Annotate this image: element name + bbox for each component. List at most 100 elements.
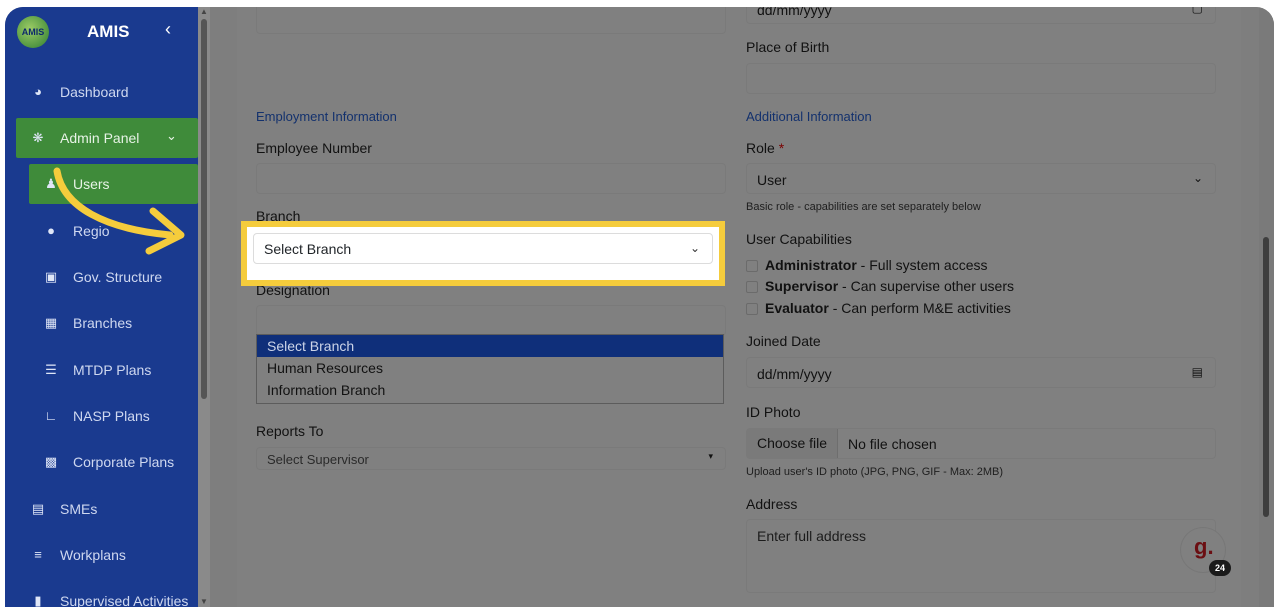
birth-date-input[interactable]: dd/mm/yyyy ▢ (746, 7, 1216, 24)
file-name: No file chosen (848, 436, 937, 452)
sidebar-item-branches[interactable]: ▦ Branches (5, 303, 198, 343)
employee-number-label: Employee Number (256, 140, 372, 156)
top-left-input[interactable] (256, 7, 726, 34)
branch-dropdown-list[interactable]: Select Branch Human Resources Informatio… (256, 334, 724, 404)
designation-input[interactable] (256, 305, 726, 336)
clipboard-icon: ▮ (34, 593, 42, 607)
role-label-text: Role (746, 140, 775, 156)
employee-number-input[interactable] (256, 163, 726, 194)
additional-heading: Additional Information (746, 109, 872, 124)
capability-desc: - Full system access (856, 257, 988, 273)
gear-icon: ❋ (32, 130, 44, 145)
brand: AMIS AMIS ‹ (5, 7, 198, 57)
sidebar-item-label: Gov. Structure (73, 269, 163, 285)
required-marker: * (778, 140, 785, 156)
capability-name: Supervisor (765, 278, 839, 294)
sidebar-item-corporate-plans[interactable]: ▩ Corporate Plans (5, 442, 198, 482)
sidebar-scrollbar[interactable]: ▲ ▼ (198, 7, 210, 607)
sidebar-item-gov-structure[interactable]: ▣ Gov. Structure (5, 257, 198, 297)
branch-select-highlight: Select Branch ⌄ (241, 221, 725, 286)
joined-date-label: Joined Date (746, 333, 821, 349)
sidebar-item-label: Workplans (60, 547, 126, 563)
employment-heading: Employment Information (256, 109, 397, 124)
capability-text: Administrator - Full system access (765, 257, 988, 273)
choose-file-button[interactable]: Choose file (747, 429, 838, 458)
branch-select[interactable]: Select Branch ⌄ (253, 233, 713, 264)
chart-line-icon: ∟ (44, 408, 58, 423)
help-logo-icon: g. (1194, 534, 1214, 559)
chevron-down-icon: ⌄ (689, 241, 700, 255)
network-icon: ☰ (45, 362, 57, 377)
capability-checkbox[interactable] (746, 260, 758, 272)
branch-option[interactable]: Select Branch (257, 335, 723, 357)
page-scroll-thumb[interactable] (1263, 237, 1269, 517)
scroll-down-icon[interactable]: ▼ (200, 597, 208, 606)
chevron-down-icon: ⌄ (166, 128, 177, 143)
reports-to-select[interactable]: Select Supervisor ▾ (256, 447, 726, 470)
sidebar-item-nasp-plans[interactable]: ∟ NASP Plans (5, 396, 198, 436)
caret-down-icon: ▾ (708, 451, 713, 461)
sidebar-item-dashboard[interactable]: ◕ Dashboard (5, 72, 198, 112)
sidebar-item-label: Corporate Plans (73, 454, 175, 470)
id-photo-input[interactable]: Choose file No file chosen (746, 428, 1216, 459)
scroll-up-icon[interactable]: ▲ (200, 7, 208, 16)
sidebar-item-label: Supervised Activities (60, 593, 189, 607)
capability-checkbox[interactable] (746, 281, 758, 293)
brand-name: AMIS (87, 22, 130, 41)
sidebar-item-label: Dashboard (60, 84, 129, 100)
sidebar-item-label: NASP Plans (73, 408, 150, 424)
help-widget-button[interactable]: g. 24 (1181, 528, 1231, 576)
collapse-sidebar-icon[interactable]: ‹ (165, 19, 171, 40)
address-placeholder: Enter full address (757, 528, 866, 544)
joined-date-input[interactable]: dd/mm/yyyy ▤ (746, 357, 1216, 388)
branch-option[interactable]: Information Branch (257, 379, 723, 401)
dashboard-icon: ◕ (34, 84, 42, 99)
guide-arrow-icon (53, 167, 185, 255)
sidebar: AMIS AMIS ‹ ◕ Dashboard ❋ Admin Panel ⌄ … (5, 7, 198, 607)
address-label: Address (746, 496, 798, 512)
amis-logo: AMIS (17, 16, 49, 48)
sidebar-item-label: Admin Panel (60, 130, 140, 146)
calendar-icon[interactable]: ▢ (1192, 7, 1203, 15)
sidebar-item-supervised-activities[interactable]: ▮ Supervised Activities (5, 581, 198, 607)
sitemap-icon: ▣ (44, 269, 58, 284)
reports-to-label: Reports To (256, 423, 324, 439)
id-photo-label: ID Photo (746, 404, 801, 420)
sidebar-item-label: SMEs (60, 501, 98, 517)
branch-select-value: Select Branch (264, 241, 352, 257)
sidebar-scroll-thumb[interactable] (201, 19, 207, 399)
capability-checkbox[interactable] (746, 303, 758, 315)
capabilities-label: User Capabilities (746, 231, 852, 247)
building-icon: ▦ (44, 315, 58, 330)
sidebar-item-label: Branches (73, 315, 133, 331)
notification-count-badge: 24 (1209, 560, 1231, 576)
place-of-birth-label: Place of Birth (746, 39, 830, 55)
sidebar-item-label: MTDP Plans (73, 362, 152, 378)
sidebar-item-workplans[interactable]: ≡ Workplans (5, 535, 198, 575)
address-textarea[interactable]: Enter full address (746, 519, 1216, 593)
logo-text: AMIS (21, 27, 45, 37)
app-window: AMIS AMIS ‹ ◕ Dashboard ❋ Admin Panel ⌄ … (5, 7, 1274, 607)
birth-date-placeholder: dd/mm/yyyy (757, 7, 832, 18)
branch-option[interactable]: Human Resources (257, 357, 723, 379)
sidebar-item-mtdp-plans[interactable]: ☰ MTDP Plans (5, 350, 198, 390)
list-icon: ≡ (34, 547, 42, 562)
capability-name: Administrator (765, 257, 857, 273)
role-hint: Basic role - capabilities are set separa… (746, 201, 981, 213)
sidebar-item-smes[interactable]: ▤ SMEs (5, 489, 198, 529)
capability-name: Evaluator (765, 300, 829, 316)
sidebar-item-admin-panel[interactable]: ❋ Admin Panel ⌄ (16, 118, 198, 158)
capability-desc: - Can perform M&E activities (828, 300, 1011, 316)
joined-date-placeholder: dd/mm/yyyy (757, 366, 832, 382)
capability-desc: - Can supervise other users (838, 278, 1014, 294)
role-select[interactable]: User ⌄ (746, 163, 1216, 194)
calendar-icon[interactable]: ▤ (1192, 365, 1203, 379)
capability-text: Supervisor - Can supervise other users (765, 278, 1014, 294)
briefcase-icon: ▩ (44, 454, 58, 469)
role-value: User (757, 172, 787, 188)
store-icon: ▤ (31, 501, 45, 516)
reports-to-value: Select Supervisor (267, 452, 369, 467)
page-scrollbar[interactable] (1259, 7, 1274, 607)
role-label: Role * (746, 140, 784, 156)
place-of-birth-input[interactable] (746, 63, 1216, 94)
